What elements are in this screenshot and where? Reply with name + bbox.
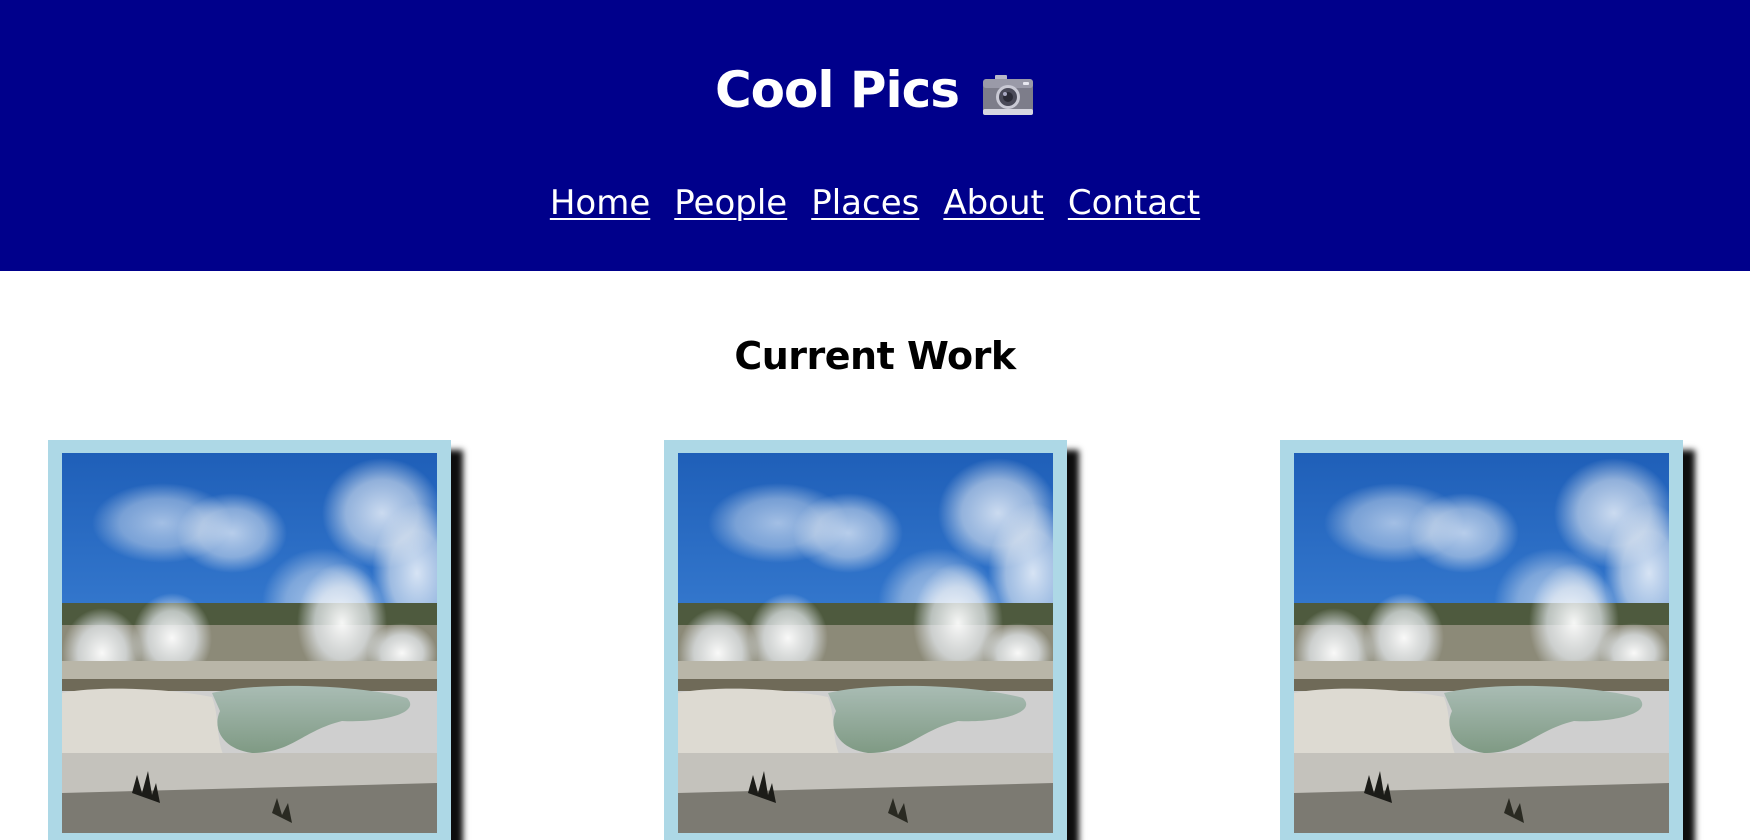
photo-frame[interactable] bbox=[664, 440, 1067, 840]
geyser-photo[interactable] bbox=[678, 453, 1053, 833]
photo-gallery bbox=[0, 0, 1750, 840]
photo-frame[interactable] bbox=[1280, 440, 1683, 840]
geyser-photo[interactable] bbox=[62, 453, 437, 833]
photo-frame[interactable] bbox=[48, 440, 451, 840]
geyser-photo[interactable] bbox=[1294, 453, 1669, 833]
